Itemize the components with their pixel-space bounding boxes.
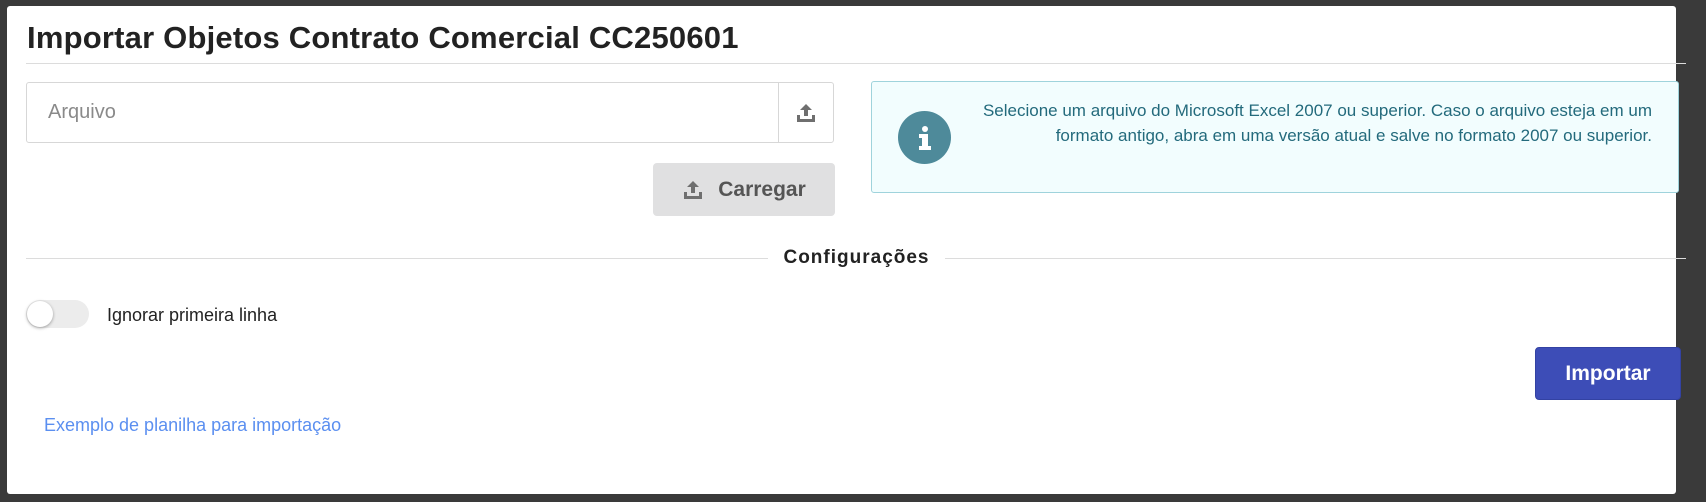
- example-spreadsheet-link[interactable]: Exemplo de planilha para importação: [44, 415, 341, 436]
- section-title: Configurações: [783, 247, 930, 268]
- ignore-first-line-label: Ignorar primeira linha: [107, 305, 278, 325]
- page-title: Importar Objetos Contrato Comercial CC25…: [27, 20, 739, 55]
- ignore-first-line-toggle[interactable]: [26, 300, 89, 328]
- upload-icon: [684, 180, 703, 199]
- file-upload-button[interactable]: [778, 83, 833, 142]
- importar-button[interactable]: Importar: [1535, 347, 1681, 400]
- toggle-knob: [27, 301, 53, 327]
- section-divider-right: [945, 258, 1686, 259]
- info-alert: Selecione um arquivo do Microsoft Excel …: [871, 81, 1679, 193]
- carregar-label: Carregar: [718, 177, 806, 201]
- info-icon: [898, 111, 951, 164]
- upload-icon: [797, 103, 815, 122]
- file-input[interactable]: [27, 83, 778, 142]
- title-divider: [26, 63, 1686, 64]
- file-picker: [26, 82, 834, 143]
- import-dialog: Importar Objetos Contrato Comercial CC25…: [7, 6, 1686, 494]
- info-message: Selecione um arquivo do Microsoft Excel …: [982, 101, 1652, 145]
- carregar-button[interactable]: Carregar: [653, 163, 835, 216]
- section-divider-left: [26, 258, 768, 259]
